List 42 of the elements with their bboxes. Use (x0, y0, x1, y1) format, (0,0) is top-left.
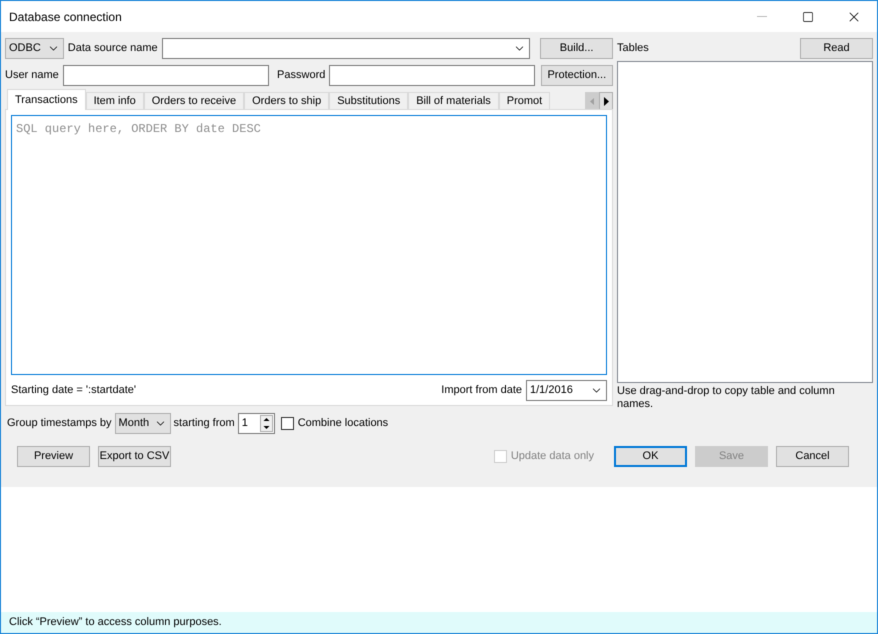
tab[interactable]: Bill of materials (408, 92, 499, 110)
scroll-right-button[interactable] (599, 92, 613, 110)
maximize-icon (802, 10, 814, 22)
tab[interactable]: Orders to ship (244, 92, 330, 110)
left-arrow-icon (590, 98, 594, 104)
field-label: Import from date (441, 383, 522, 398)
push-button[interactable]: OK (614, 446, 687, 467)
data-source-dropdown[interactable] (162, 38, 530, 59)
period-dropdown[interactable]: Month (114, 413, 171, 434)
sql-query-field[interactable]: SQL query here, ORDER BY date DESC (11, 115, 607, 375)
field-label: Data source name (68, 41, 158, 56)
checkbox-label: Combine locations (298, 416, 388, 432)
hint-text: Use drag-and-drop to copy table and column names. (617, 385, 836, 411)
window-title: Database connection (9, 8, 122, 26)
user-name-field[interactable] (62, 65, 270, 86)
push-button[interactable]: Cancel (776, 446, 849, 467)
tab[interactable]: Promot (498, 92, 550, 110)
tab[interactable]: Orders to receive (144, 92, 244, 110)
push-button[interactable]: Preview (17, 446, 90, 467)
panel-label: Tables (617, 41, 649, 56)
push-button[interactable]: Read (800, 38, 873, 59)
driver-dropdown[interactable]: ODBC (5, 38, 64, 59)
push-button[interactable]: Build... (540, 38, 613, 59)
minimize-icon (757, 16, 767, 17)
push-button[interactable]: Protection... (540, 65, 613, 86)
field-label: starting from (174, 416, 235, 432)
tab[interactable]: Item info (86, 92, 144, 110)
checkbox-label: Update data only (510, 449, 594, 464)
password-field[interactable] (329, 65, 535, 86)
date-dropdown[interactable]: 1/1/2016 (526, 380, 607, 401)
right-arrow-icon (604, 96, 608, 106)
checkbox[interactable] (280, 417, 294, 430)
spin-field[interactable]: 1 (238, 413, 275, 434)
spin-arrows-icon (260, 415, 273, 432)
status-bar: Click “Preview” to access column purposes. (1, 612, 877, 633)
push-button[interactable]: Export to CSV (98, 446, 171, 467)
field-label: Password (277, 68, 326, 84)
hint-text: Starting date = ':startdate' (11, 383, 136, 398)
tab[interactable]: Substitutions (329, 92, 408, 110)
field-label: Group timestamps by (7, 416, 112, 432)
tab[interactable]: Transactions (7, 89, 86, 110)
field-label: User name (5, 68, 59, 84)
